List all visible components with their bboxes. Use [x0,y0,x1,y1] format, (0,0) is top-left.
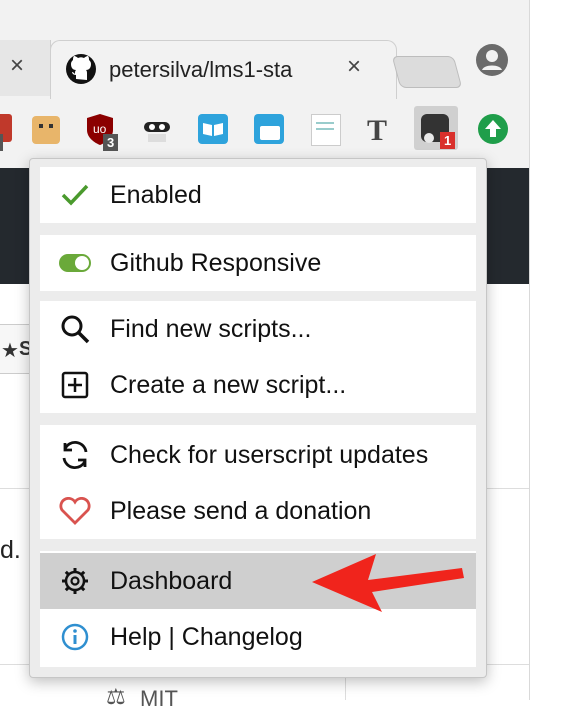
check-icon [58,178,92,212]
menu-item-check-updates[interactable]: Check for userscript updates [40,427,476,483]
ublock-badge: 3 [103,134,119,151]
tampermonkey-icon[interactable]: 1 [414,106,458,150]
sheet-extension-icon[interactable] [308,112,342,146]
menu-item-label: Dashboard [110,566,233,595]
github-icon [66,54,96,84]
menu-item-label: Enabled [110,180,202,209]
window-extension-icon[interactable] [252,112,286,146]
type-extension-icon[interactable]: T [362,112,396,147]
tab-active[interactable]: petersilva/lms1-sta × [50,40,397,99]
ublock-icon[interactable]: uo 3 [85,112,119,151]
gear-icon [58,564,92,598]
menu-item-label: Github Responsive [110,248,322,277]
incognito-extension-icon[interactable] [140,112,174,146]
scale-icon: ⚖ [106,684,126,709]
tampermonkey-badge: 1 [440,132,456,149]
reader-extension-icon[interactable] [196,112,230,146]
new-tab-button[interactable] [391,56,463,88]
upload-extension-icon[interactable] [476,112,510,146]
tab-title: petersilva/lms1-sta [109,57,293,82]
menu-item-label: Create a new script... [110,370,347,399]
menu-item-create-script[interactable]: Create a new script... [40,357,476,413]
plus-square-icon [58,368,92,402]
menu-item-github-responsive[interactable]: Github Responsive [40,235,476,291]
tab-previous[interactable]: × [0,40,51,96]
search-icon [58,312,92,346]
page-text-snippet: d. [0,536,21,564]
info-icon [58,620,92,654]
annotation-arrow-icon [312,554,464,612]
extension-icon[interactable]: 2 [0,112,22,151]
toggle-icon[interactable] [58,246,92,280]
menu-item-label: Please send a donation [110,496,372,525]
heart-icon [58,494,92,528]
menu-item-enabled[interactable]: Enabled [40,167,476,223]
profile-icon[interactable] [476,44,508,76]
star-icon: ★ [1,340,19,362]
puppet-extension-icon[interactable] [30,112,64,146]
menu-item-label: Find new scripts... [110,314,312,343]
browser-chrome: × petersilva/lms1-sta × 2 uo 3 [0,0,529,168]
close-icon[interactable]: × [347,53,361,81]
menu-item-find-scripts[interactable]: Find new scripts... [40,301,476,357]
window-edge [529,0,564,700]
svg-text:T: T [367,114,387,146]
menu-item-donation[interactable]: Please send a donation [40,483,476,539]
menu-item-label: Check for userscript updates [110,440,429,469]
extension-badge: 2 [0,134,4,151]
refresh-icon [58,438,92,472]
license-label: MIT [140,686,178,711]
close-icon[interactable]: × [10,52,24,80]
menu-item-label: Help | Changelog [110,622,303,651]
